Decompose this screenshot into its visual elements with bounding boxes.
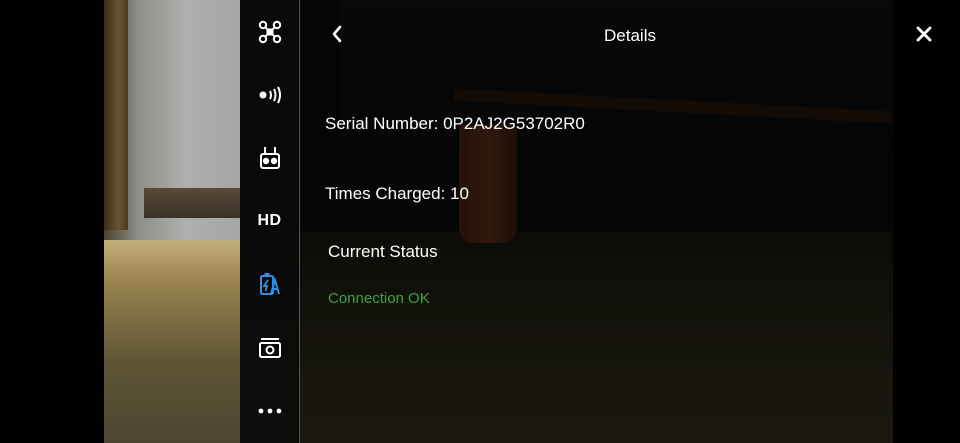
remote-controller-icon xyxy=(259,146,281,170)
drone-icon xyxy=(258,20,282,44)
serial-number-text: Serial Number: 0P2AJ2G53702R0 xyxy=(325,114,585,133)
toolbar-item-video-transmission[interactable]: HD xyxy=(240,199,299,243)
camera-scene-curtain xyxy=(104,0,128,230)
toolbar-item-remote-controller[interactable] xyxy=(240,136,299,180)
back-button[interactable] xyxy=(322,20,352,52)
camera-icon xyxy=(258,337,282,359)
close-icon xyxy=(915,25,933,48)
more-dots-icon xyxy=(258,408,282,414)
toolbar-item-camera[interactable] xyxy=(240,326,299,370)
details-panel xyxy=(300,0,893,443)
page-title: Details xyxy=(604,26,656,45)
battery-lightning-icon xyxy=(258,272,282,296)
signal-broadcast-icon xyxy=(258,85,282,105)
hd-label: HD xyxy=(257,212,282,229)
toolbar-item-more[interactable] xyxy=(240,389,299,433)
camera-scene-baseboard xyxy=(144,188,240,218)
toolbar-item-aircraft[interactable] xyxy=(240,10,299,54)
current-status-label: Current Status xyxy=(328,242,438,261)
close-button[interactable] xyxy=(908,20,940,52)
toolbar-item-signal[interactable] xyxy=(240,73,299,117)
connection-status-text: Connection OK xyxy=(328,290,430,307)
chevron-left-icon xyxy=(330,24,344,49)
settings-toolbar: HD xyxy=(240,0,300,443)
app-screen: HD Details Serial Number: 0P2AJ2G53702R0… xyxy=(0,0,960,443)
times-charged-text: Times Charged: 10 xyxy=(325,184,469,203)
toolbar-item-battery[interactable] xyxy=(240,262,299,306)
